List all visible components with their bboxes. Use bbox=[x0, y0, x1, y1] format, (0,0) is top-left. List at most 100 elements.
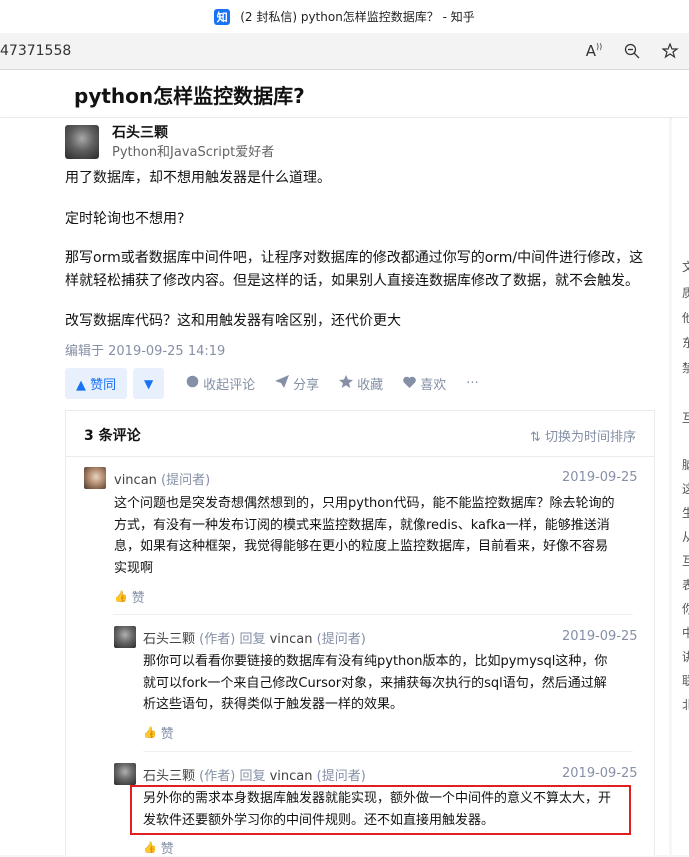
sidebar-fragment: 文 bbox=[682, 260, 689, 274]
sidebar-fragment: 中 bbox=[682, 626, 689, 640]
comment-line: 实现啊 bbox=[114, 560, 154, 576]
comment-date: 2019-09-25 bbox=[562, 629, 638, 644]
address-bar-icons: A)) bbox=[575, 33, 689, 69]
reply-to-author[interactable]: vincan bbox=[270, 632, 313, 647]
comment-role: (作者) bbox=[199, 769, 236, 784]
like-label: 喜欢 bbox=[420, 378, 447, 393]
zhihu-favicon-icon: 知 bbox=[214, 8, 231, 25]
comment-line: 这个问题也是突发奇想偶然想到的，只用python代码，能不能监控数据库？除去轮询… bbox=[114, 496, 615, 511]
like-label: 赞 bbox=[160, 842, 174, 857]
right-sidebar: 文 质 他 东 禁 互 脑 这 生 从 互 表 你 中 讲 联 北 bbox=[672, 118, 689, 855]
sidebar-fragment: 这 bbox=[682, 482, 689, 496]
comment-text: 这个问题也是突发奇想偶然想到的，只用python代码，能不能监控数据库？除去轮询… bbox=[114, 493, 614, 579]
collapse-comments-label: 收起评论 bbox=[203, 378, 256, 393]
share-button[interactable]: 分享 bbox=[275, 374, 319, 393]
comment-author[interactable]: 石头三颗 bbox=[143, 769, 195, 784]
address-bar[interactable]: 47371558 A)) bbox=[0, 33, 689, 70]
comment-like-button[interactable]: 👍 赞 bbox=[143, 723, 174, 742]
upvote-button[interactable]: ▲ 赞同 bbox=[65, 368, 128, 399]
reply-to-role: (提问者) bbox=[316, 769, 366, 784]
browser-title-bar: 知 (2 封私信) python怎样监控数据库？ - 知乎 bbox=[0, 0, 689, 33]
author-bio: Python和JavaScript爱好者 bbox=[112, 145, 275, 160]
author-name[interactable]: 石头三颗 bbox=[112, 122, 168, 142]
collect-label: 收藏 bbox=[357, 378, 384, 393]
comment-line: 息，如果有这种框架，我觉得能够在更小的粒度上监控数据库，目前看来，好像不容易 bbox=[114, 539, 609, 554]
comment-date: 2019-09-25 bbox=[562, 470, 638, 485]
comments-header: 3 条评论 ⇅ 切换为时间排序 bbox=[66, 411, 654, 457]
question-header: python怎样监控数据库? bbox=[0, 70, 689, 117]
comment-date: 2019-09-25 bbox=[562, 766, 638, 781]
reply-to-role: (提问者) bbox=[316, 632, 366, 647]
comment-role: (作者) bbox=[199, 632, 236, 647]
sidebar-fragment: 互 bbox=[682, 411, 689, 425]
star-icon bbox=[339, 375, 354, 392]
thumbs-up-icon: 👍 bbox=[143, 841, 157, 854]
sidebar-fragment: 讲 bbox=[682, 650, 689, 664]
comment-like-button[interactable]: 👍 赞 bbox=[114, 587, 145, 606]
reply-word: 回复 bbox=[239, 769, 266, 784]
sidebar-fragment: 质 bbox=[682, 286, 689, 300]
collapse-comments-button[interactable]: 收起评论 bbox=[186, 374, 255, 393]
comment-avatar[interactable] bbox=[114, 763, 136, 785]
sidebar-fragment: 你 bbox=[682, 602, 689, 616]
comment-meta: vincan (提问者) bbox=[114, 469, 210, 488]
comment-divider bbox=[113, 614, 633, 615]
comment-icon bbox=[186, 375, 199, 392]
collect-button[interactable]: 收藏 bbox=[339, 374, 383, 393]
comment-author[interactable]: 石头三颗 bbox=[143, 632, 195, 647]
reply-to-author[interactable]: vincan bbox=[270, 769, 313, 784]
answer-paragraph: 用了数据库，却不想用触发器是什么道理。 bbox=[65, 170, 331, 186]
like-label: 赞 bbox=[131, 591, 145, 606]
like-label: 赞 bbox=[160, 727, 174, 742]
comment-meta: 石头三颗 (作者) 回复 vincan (提问者) bbox=[143, 628, 366, 647]
sidebar-fragment: 互 bbox=[682, 554, 689, 568]
sidebar-fragment: 表 bbox=[682, 578, 689, 592]
url-text[interactable]: 47371558 bbox=[0, 43, 71, 59]
comment-divider bbox=[143, 751, 633, 752]
answer-paragraph: 改写数据库代码？这和用触发器有啥区别，还代价更大 bbox=[65, 313, 401, 329]
sort-switch-button[interactable]: ⇅ 切换为时间排序 bbox=[530, 426, 636, 445]
thumbs-up-icon: 👍 bbox=[143, 726, 157, 739]
reply-word: 回复 bbox=[239, 632, 266, 647]
comment-line: 析这些语句，获得类似于触发器一样的效果。 bbox=[143, 697, 404, 712]
author-avatar[interactable] bbox=[65, 125, 99, 159]
comment-avatar[interactable] bbox=[114, 626, 136, 648]
comment-author[interactable]: vincan bbox=[114, 473, 157, 488]
comment-avatar[interactable] bbox=[84, 467, 106, 489]
paper-plane-icon bbox=[275, 375, 290, 392]
share-label: 分享 bbox=[293, 378, 320, 393]
sidebar-fragment: 北 bbox=[682, 698, 689, 712]
comments-count: 3 条评论 bbox=[84, 428, 141, 444]
sidebar-fragment: 东 bbox=[682, 336, 689, 350]
highlight-box bbox=[130, 785, 631, 835]
comment-role: (提问者) bbox=[161, 473, 211, 488]
edit-time[interactable]: 编辑于 2019-09-25 14:19 bbox=[65, 340, 225, 359]
zoom-icon[interactable] bbox=[613, 43, 651, 59]
comment-meta: 石头三颗 (作者) 回复 vincan (提问者) bbox=[143, 765, 366, 784]
read-aloud-icon[interactable]: A)) bbox=[575, 42, 613, 60]
comment-line: 就可以fork一个来自己修改Cursor对象，来捕获每次执行的sql语句，然后通… bbox=[143, 675, 607, 691]
thumbs-up-icon: 👍 bbox=[114, 590, 128, 603]
answer-paragraph: 那写orm或者数据库中间件吧，让程序对数据库的修改都通过你写的orm/中间件进行… bbox=[65, 250, 644, 289]
more-button[interactable]: ··· bbox=[466, 376, 478, 391]
sidebar-fragment: 他 bbox=[682, 311, 689, 325]
comment-text: 那你可以看看你要链接的数据库有没有纯python版本的，比如pymysql这种，… bbox=[143, 651, 607, 716]
downvote-button[interactable]: ▼ bbox=[133, 368, 165, 399]
sidebar-fragment: 生 bbox=[682, 506, 689, 520]
answer-paragraph: 定时轮询也不想用? bbox=[65, 211, 185, 227]
like-button[interactable]: 喜欢 bbox=[403, 374, 446, 393]
comment-line: 方式，有没有一种发布订阅的模式来监控数据库，就像redis、kafka一样，能够… bbox=[114, 517, 610, 533]
sidebar-fragment: 联 bbox=[682, 674, 689, 688]
sidebar-fragment: 禁 bbox=[682, 361, 689, 375]
sidebar-fragment: 脑 bbox=[682, 458, 689, 472]
heart-icon bbox=[403, 376, 416, 392]
sort-label: 切换为时间排序 bbox=[544, 430, 636, 445]
comment-line: 那你可以看看你要链接的数据库有没有纯python版本的，比如pymysql这种，… bbox=[143, 654, 608, 669]
sort-icon: ⇅ bbox=[529, 430, 545, 445]
favorites-add-icon[interactable] bbox=[651, 43, 689, 59]
comment-like-button[interactable]: 👍 赞 bbox=[143, 838, 174, 857]
answer-action-bar: ▲ 赞同 ▼ 收起评论 分享 收藏 喜欢 ··· bbox=[65, 368, 479, 399]
sidebar-fragment: 从 bbox=[682, 530, 689, 544]
tab-title: (2 封私信) python怎样监控数据库？ - 知乎 bbox=[240, 10, 475, 24]
question-title: python怎样监控数据库? bbox=[74, 84, 305, 108]
